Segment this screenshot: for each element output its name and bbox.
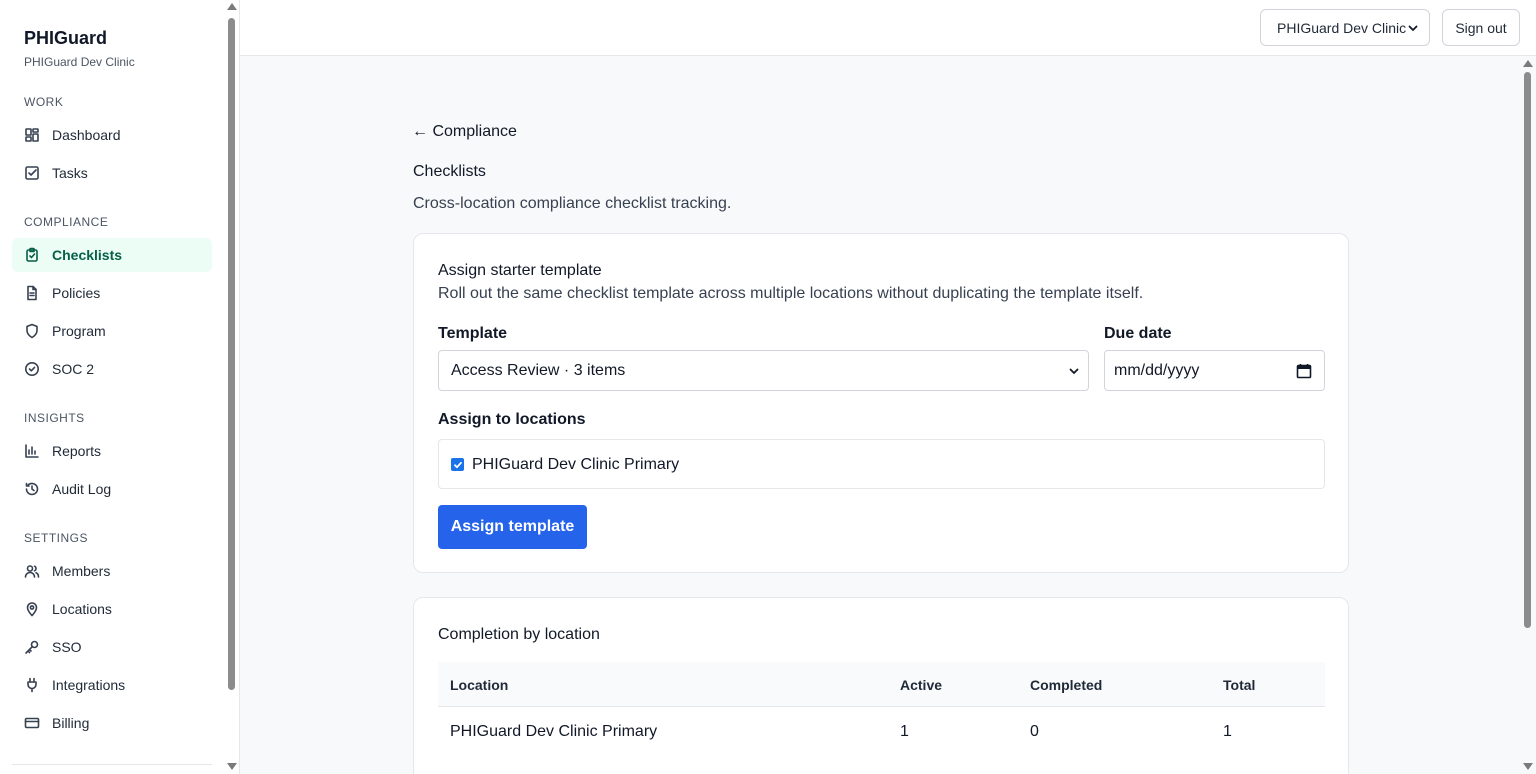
sidebar-item-label: Billing — [52, 715, 90, 731]
shield-icon — [24, 323, 40, 339]
key-icon — [24, 639, 40, 655]
sidebar-item-program[interactable]: Program — [12, 314, 212, 348]
sidebar-item-soc2[interactable]: SOC 2 — [12, 352, 212, 386]
brand-subtitle: PHIGuard Dev Clinic — [24, 55, 135, 69]
map-pin-icon — [24, 601, 40, 617]
sidebar-scrollbar[interactable] — [224, 0, 239, 774]
check-circle-icon — [24, 361, 40, 377]
sidebar-item-dashboard[interactable]: Dashboard — [12, 118, 212, 152]
scroll-down-arrow-icon[interactable] — [1523, 763, 1533, 770]
scroll-up-arrow-icon[interactable] — [1523, 60, 1533, 67]
sidebar-item-label: Integrations — [52, 677, 126, 693]
page-title: Checklists — [413, 163, 486, 180]
sidebar-item-checklists[interactable]: Checklists — [12, 238, 212, 272]
column-header-completed: Completed — [1030, 677, 1103, 693]
due-date-placeholder: mm/dd/yyyy — [1114, 361, 1200, 379]
column-header-location: Location — [450, 677, 509, 693]
card-description: Roll out the same checklist template acr… — [438, 285, 1144, 302]
checkmark-icon — [453, 461, 462, 468]
plug-icon — [24, 677, 40, 693]
cell-total: 1 — [1223, 723, 1232, 740]
column-header-total: Total — [1223, 677, 1256, 693]
sidebar-item-label: Dashboard — [52, 127, 121, 143]
column-header-active: Active — [900, 677, 943, 693]
credit-card-icon — [24, 715, 40, 731]
sidebar-item-label: SOC 2 — [52, 361, 95, 377]
section-settings: SETTINGS — [24, 531, 89, 545]
table-header: Location Active Completed Total — [438, 662, 1325, 707]
template-select[interactable]: Access Review · 3 items — [438, 350, 1089, 391]
template-select-value: Access Review · 3 items — [451, 361, 626, 379]
organization-select-value: PHIGuard Dev Clinic — [1277, 19, 1407, 36]
sidebar-item-locations[interactable]: Locations — [12, 592, 212, 626]
sidebar-item-label: Policies — [52, 285, 101, 301]
document-icon — [24, 285, 40, 301]
due-date-input[interactable]: mm/dd/yyyy — [1104, 350, 1325, 391]
clipboard-check-icon — [24, 247, 40, 263]
sidebar-item-members[interactable]: Members — [12, 554, 212, 588]
sidebar-item-reports[interactable]: Reports — [12, 434, 212, 468]
location-checkbox[interactable] — [451, 458, 464, 471]
bar-chart-icon — [24, 443, 40, 459]
sidebar-item-label: SSO — [52, 639, 82, 655]
sidebar-item-label: Audit Log — [52, 481, 112, 497]
completion-by-location-card: Completion by location Location Active C… — [413, 597, 1349, 774]
sidebar-scroll-thumb[interactable] — [228, 18, 235, 690]
main-scrollbar[interactable] — [1520, 56, 1536, 774]
cell-completed: 0 — [1030, 723, 1039, 740]
calendar-icon[interactable] — [1296, 363, 1312, 379]
cell-location: PHIGuard Dev Clinic Primary — [450, 723, 658, 740]
locations-list: PHIGuard Dev Clinic Primary — [438, 439, 1325, 489]
sidebar-item-label: Program — [52, 323, 106, 339]
main-scroll-thumb[interactable] — [1524, 72, 1531, 628]
scroll-down-arrow-icon[interactable] — [227, 763, 237, 770]
sidebar-divider — [12, 764, 212, 765]
sidebar-item-sso[interactable]: SSO — [12, 630, 212, 664]
sidebar-item-label: Checklists — [52, 247, 123, 263]
top-header: PHIGuard Dev Clinic Sign out — [240, 0, 1536, 56]
checkbox-square-icon — [24, 165, 40, 181]
sidebar-item-tasks[interactable]: Tasks — [12, 156, 212, 190]
chevron-down-icon — [1069, 368, 1079, 374]
card-title: Assign starter template — [438, 262, 602, 279]
history-icon — [24, 481, 40, 497]
brand-title: PHIGuard — [24, 28, 108, 48]
sidebar-item-label: Locations — [52, 601, 112, 617]
sidebar-item-audit-log[interactable]: Audit Log — [12, 472, 212, 506]
due-date-label: Due date — [1104, 325, 1172, 342]
brand: PHIGuard PHIGuard Dev Clinic — [24, 28, 135, 69]
location-checkbox-label[interactable]: PHIGuard Dev Clinic Primary — [472, 456, 679, 474]
section-compliance: COMPLIANCE — [24, 215, 109, 229]
back-to-compliance-link[interactable]: ← Compliance — [412, 123, 517, 141]
sidebar-item-billing[interactable]: Billing — [12, 706, 212, 740]
chevron-down-icon — [1408, 25, 1418, 31]
card-title: Completion by location — [438, 626, 600, 643]
sidebar: PHIGuard PHIGuard Dev Clinic WORK Dashbo… — [0, 0, 240, 774]
sidebar-item-label: Reports — [52, 443, 102, 459]
section-insights: INSIGHTS — [24, 411, 85, 425]
sign-out-button[interactable]: Sign out — [1442, 9, 1520, 46]
sidebar-item-label: Members — [52, 563, 111, 579]
dashboard-icon — [24, 127, 40, 143]
page-description: Cross-location compliance checklist trac… — [413, 195, 732, 212]
section-work: WORK — [24, 95, 64, 109]
cell-active: 1 — [900, 723, 909, 740]
template-label: Template — [438, 325, 508, 342]
sidebar-item-label: Tasks — [52, 165, 88, 181]
assign-template-card: Assign starter template Roll out the sam… — [413, 233, 1349, 573]
assign-locations-label: Assign to locations — [438, 411, 586, 428]
organization-select[interactable]: PHIGuard Dev Clinic — [1260, 9, 1430, 46]
assign-template-button[interactable]: Assign template — [438, 505, 587, 549]
users-icon — [24, 563, 40, 579]
sidebar-item-policies[interactable]: Policies — [12, 276, 212, 310]
scroll-up-arrow-icon[interactable] — [227, 3, 237, 10]
sidebar-item-integrations[interactable]: Integrations — [12, 668, 212, 702]
